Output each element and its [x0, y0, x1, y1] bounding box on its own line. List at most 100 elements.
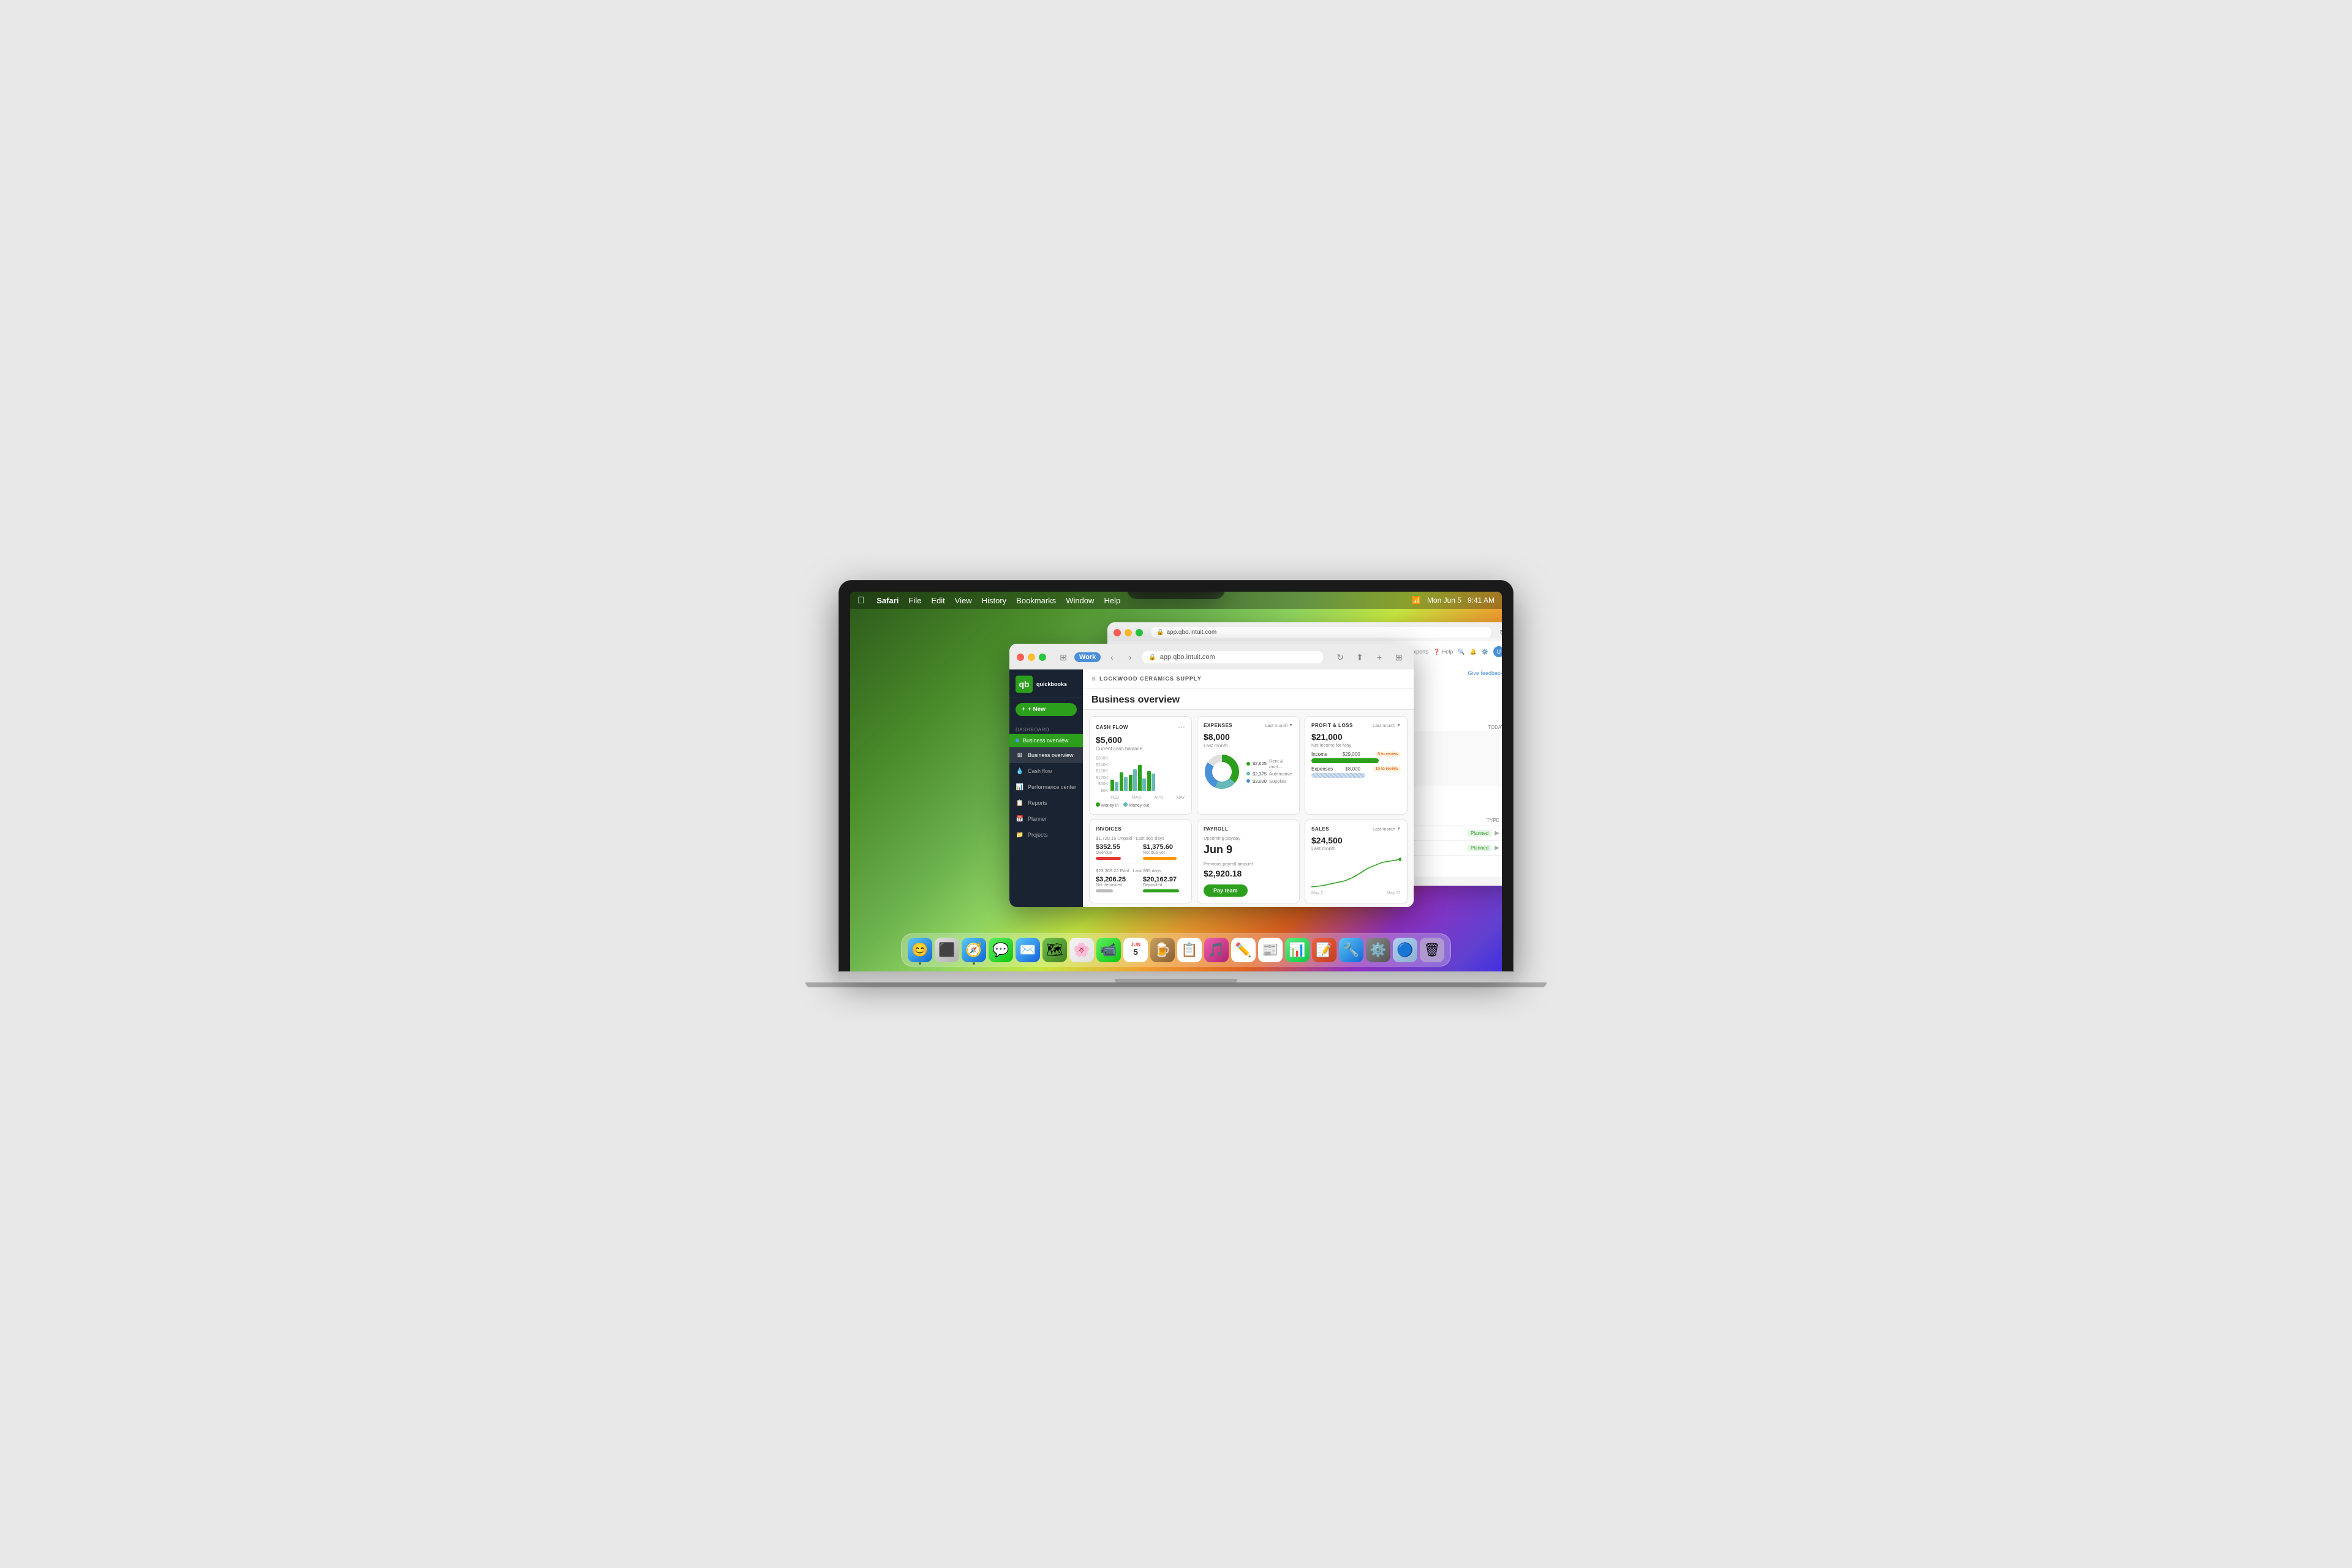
give-feedback-link[interactable]: Give feedback [1468, 670, 1502, 676]
dock-numbers[interactable]: 📊 [1285, 938, 1310, 962]
new-tab-icon[interactable]: + [1372, 650, 1387, 665]
fullscreen-button-front[interactable] [1039, 654, 1046, 661]
exp-card-title: EXPENSES [1204, 723, 1232, 728]
qb-app: qb quickbooks + + New Dashboard Business [1009, 669, 1414, 907]
help-link[interactable]: ❓ Help [1433, 649, 1453, 655]
minimize-button-front[interactable] [1028, 654, 1035, 661]
expenses-review-badge[interactable]: 15 to review [1373, 766, 1401, 772]
dock-systemprefs[interactable]: ⚙️ [1366, 938, 1390, 962]
pl-expenses-row: Expenses $8,000 15 to review [1311, 766, 1401, 778]
menu-help[interactable]: Help [1104, 596, 1120, 605]
income-review-badge[interactable]: 8 to review [1375, 752, 1401, 757]
address-bar-back[interactable]: 🔒 app.qbo.intuit.com [1152, 627, 1491, 638]
cf-bar-apr [1129, 769, 1137, 791]
sidebar-item-cash-flow[interactable]: 💧 Cash flow [1009, 763, 1083, 779]
dock-safari[interactable]: 🧭 [962, 938, 986, 962]
cf-card-title: CASH FLOW [1096, 725, 1128, 730]
dock-photos[interactable]: 🌸 [1069, 938, 1094, 962]
dock-homebrew[interactable]: 🍺 [1150, 938, 1175, 962]
dock-calendar[interactable]: JUN 5 [1123, 938, 1148, 962]
menu-bookmarks[interactable]: Bookmarks [1016, 596, 1056, 605]
feb-in-bar [1110, 780, 1114, 791]
page-title: Business overview [1083, 688, 1414, 710]
y-300k: $300K [1096, 756, 1108, 761]
sidebar-item-reports[interactable]: 📋 Reports [1009, 795, 1083, 811]
pl-dropdown-icon[interactable]: ▼ [1396, 723, 1401, 728]
exp-dropdown-icon[interactable]: ▼ [1289, 723, 1293, 728]
work-badge[interactable]: Work [1074, 652, 1101, 662]
inv-notdue-label: Not due yet [1143, 851, 1185, 855]
menu-file[interactable]: File [908, 596, 921, 605]
cf-menu-icon[interactable]: ⋯ [1178, 723, 1185, 731]
dock-pages[interactable]: 📝 [1312, 938, 1336, 962]
planned-badge-1: Planned [1467, 830, 1492, 837]
dock-appstore[interactable]: 🔧 [1339, 938, 1363, 962]
dock-freeform[interactable]: ✏️ [1231, 938, 1256, 962]
qb-sidebar: qb quickbooks + + New Dashboard Business [1009, 669, 1083, 907]
dock-launchpad[interactable]: ⬛ [935, 938, 959, 962]
sales-x-start: May 2 [1311, 891, 1323, 895]
donut-chart [1204, 753, 1240, 790]
browser-controls-back: 🔒 app.qbo.intuit.com ↻ [1114, 627, 1502, 638]
menu-window[interactable]: Window [1066, 596, 1094, 605]
cf-legend: Money in Money out [1096, 802, 1185, 808]
dock-controlcenter[interactable]: 🔵 [1393, 938, 1417, 962]
browser-controls-front: ⊞ Work ‹ › 🔒 app.qbo.intuit.com [1017, 650, 1406, 665]
feb-out-bar [1115, 782, 1118, 791]
share-icon[interactable]: ⬆ [1352, 650, 1367, 665]
finder-dot [919, 962, 921, 965]
sales-chart [1311, 856, 1401, 890]
sales-card-header: SALES Last month ▼ [1311, 826, 1401, 832]
minimize-button-back[interactable] [1125, 629, 1132, 636]
dock-news[interactable]: 📰 [1258, 938, 1283, 962]
dock-maps[interactable]: 🗺 [1042, 938, 1067, 962]
dock-reminders[interactable]: 📋 [1177, 938, 1202, 962]
search-icon-back[interactable]: 🔍 [1458, 649, 1464, 655]
qb-brand-label: quickbooks [1036, 681, 1067, 688]
sales-dropdown-icon[interactable]: ▼ [1396, 827, 1401, 831]
auto-amount: $2,375 [1253, 771, 1267, 777]
bell-icon-back[interactable]: 🔔 [1470, 649, 1477, 655]
dock-trash[interactable]: 🗑 [1420, 938, 1444, 962]
fullscreen-button-back[interactable] [1136, 629, 1143, 636]
address-bar-front[interactable]: 🔒 app.qbo.intuit.com [1142, 651, 1323, 663]
screen-bezel:  Safari File Edit View History Bookmark… [839, 581, 1513, 971]
pay-team-button[interactable]: Pay team [1204, 884, 1248, 897]
pl-rows: Income $29,000 8 to review [1311, 752, 1401, 778]
menu-history[interactable]: History [982, 596, 1006, 605]
sidebar-item-business-overview[interactable]: Business overview [1009, 734, 1083, 747]
url-front: app.qbo.intuit.com [1160, 654, 1215, 661]
sidebar-toggle-icon[interactable]: ⊞ [1392, 650, 1406, 665]
close-button-back[interactable] [1114, 629, 1121, 636]
settings-icon-back[interactable]: ⚙️ [1482, 649, 1488, 655]
x-mar: MAR [1132, 796, 1142, 800]
sidebar-item-business-overview-2[interactable]: ⊞ Business overview [1009, 747, 1083, 763]
hamburger-icon[interactable]: ≡ [1091, 674, 1096, 683]
reload-btn-back[interactable]: ↻ [1499, 628, 1502, 637]
sidebar-item-performance[interactable]: 📊 Performance center [1009, 779, 1083, 795]
expand-icon-1: ▶ [1494, 830, 1499, 837]
reload-btn-front[interactable]: ↻ [1333, 650, 1348, 665]
back-nav-btn[interactable]: ‹ [1104, 650, 1119, 665]
dock-facetime[interactable]: 📹 [1096, 938, 1121, 962]
new-label: + New [1028, 706, 1046, 713]
close-button-front[interactable] [1017, 654, 1024, 661]
menu-edit[interactable]: Edit [931, 596, 944, 605]
exp-item-rent: $2,625 Rent & mort... [1246, 758, 1293, 769]
dock-mail[interactable]: ✉️ [1016, 938, 1040, 962]
sidebar-item-planner[interactable]: 📅 Planner [1009, 811, 1083, 827]
menu-view[interactable]: View [955, 596, 972, 605]
y-0k: $0K [1096, 789, 1108, 793]
book-icon[interactable]: ⊞ [1056, 650, 1071, 665]
inv-overdue-amount: $352.55 [1096, 843, 1138, 851]
dock-finder[interactable]: 😊 [908, 938, 932, 962]
dock-itunes[interactable]: 🎵 [1204, 938, 1229, 962]
plus-icon: + [1022, 706, 1025, 713]
dock-messages[interactable]: 💬 [989, 938, 1013, 962]
sidebar-item-projects[interactable]: 📁 Projects [1009, 827, 1083, 843]
forward-nav-btn[interactable]: › [1123, 650, 1137, 665]
cf-card-header: CASH FLOW ⋯ [1096, 723, 1185, 731]
screen:  Safari File Edit View History Bookmark… [850, 592, 1502, 971]
new-button[interactable]: + + New [1016, 703, 1077, 716]
cf-bar-extra [1147, 771, 1155, 791]
